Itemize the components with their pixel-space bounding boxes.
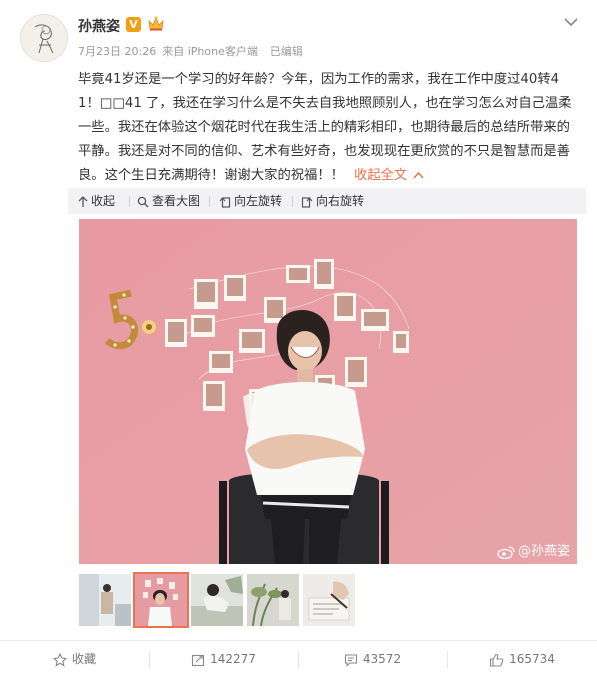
view-large-label: 查看大图 [152, 194, 201, 208]
collapse-image-label: 收起 [91, 194, 116, 208]
edited-label[interactable]: 已编辑 [270, 45, 303, 58]
post-header: 孙燕姿 V 7月23日 20:26 来自 iPhone客户端 已编辑 [0, 0, 597, 70]
toolbar-divider [292, 196, 293, 207]
rotate-left-label: 向左旋转 [234, 194, 283, 208]
crown-icon [148, 16, 164, 31]
rotate-right-button[interactable]: 向右旋转 [301, 188, 364, 214]
watermark-text: @孙燕姿 [518, 544, 571, 559]
image-toolbar: 收起 查看大图 向左旋转 向右旋转 [68, 188, 586, 214]
chevron-down-icon[interactable] [563, 16, 579, 28]
post-meta: 7月23日 20:26 来自 iPhone客户端 已编辑 [78, 43, 309, 59]
favorite-label: 收藏 [71, 652, 96, 666]
thumbnail-1[interactable] [79, 574, 131, 626]
post-photo[interactable] [79, 219, 577, 564]
repost-button[interactable]: 142277 [149, 641, 298, 677]
chevron-up-icon[interactable] [413, 171, 424, 179]
like-button[interactable]: 165734 [447, 641, 597, 677]
magnifier-icon [137, 196, 149, 207]
toolbar-divider [129, 196, 130, 207]
like-count: 165734 [509, 652, 555, 666]
comment-icon [344, 653, 357, 667]
comment-count: 43572 [362, 652, 402, 666]
thumbnail-4[interactable] [247, 574, 299, 626]
post-date[interactable]: 7月23日 20:26 [78, 45, 156, 58]
repost-icon [192, 654, 205, 666]
arrow-up-icon [78, 195, 88, 207]
weibo-logo-icon [497, 545, 515, 559]
toolbar-divider [209, 196, 210, 207]
favorite-button[interactable]: 收藏 [0, 641, 149, 677]
rotate-right-label: 向右旋转 [316, 194, 365, 208]
collapse-image-button[interactable]: 收起 [78, 188, 115, 214]
thumbs-up-icon [490, 653, 504, 667]
post-source: 来自 iPhone客户端 [162, 45, 258, 58]
avatar[interactable] [20, 14, 68, 62]
star-icon [52, 652, 67, 667]
comment-button[interactable]: 43572 [298, 641, 447, 677]
rotate-left-icon [219, 196, 231, 208]
thumbnail-3[interactable] [191, 574, 243, 626]
action-bar: 收藏 142277 43572 165734 [0, 640, 597, 677]
view-large-button[interactable]: 查看大图 [137, 188, 200, 214]
rotate-right-icon [301, 196, 313, 208]
rotate-left-button[interactable]: 向左旋转 [219, 188, 282, 214]
repost-count: 142277 [210, 652, 256, 666]
verified-badge-icon: V [126, 17, 141, 32]
collapse-text-link[interactable]: 收起全文 [354, 168, 407, 183]
username[interactable]: 孙燕姿 [78, 16, 120, 36]
weibo-watermark: @孙燕姿 [497, 540, 570, 559]
thumbnail-2-selected[interactable] [133, 572, 189, 628]
thumbnail-5[interactable] [303, 574, 355, 626]
post-body: 毕竟41岁还是一个学习的好年龄？今年，因为工作的需求，我在工作中度过40转41！… [78, 72, 572, 183]
post-text: 毕竟41岁还是一个学习的好年龄？今年，因为工作的需求，我在工作中度过40转41！… [78, 68, 580, 188]
